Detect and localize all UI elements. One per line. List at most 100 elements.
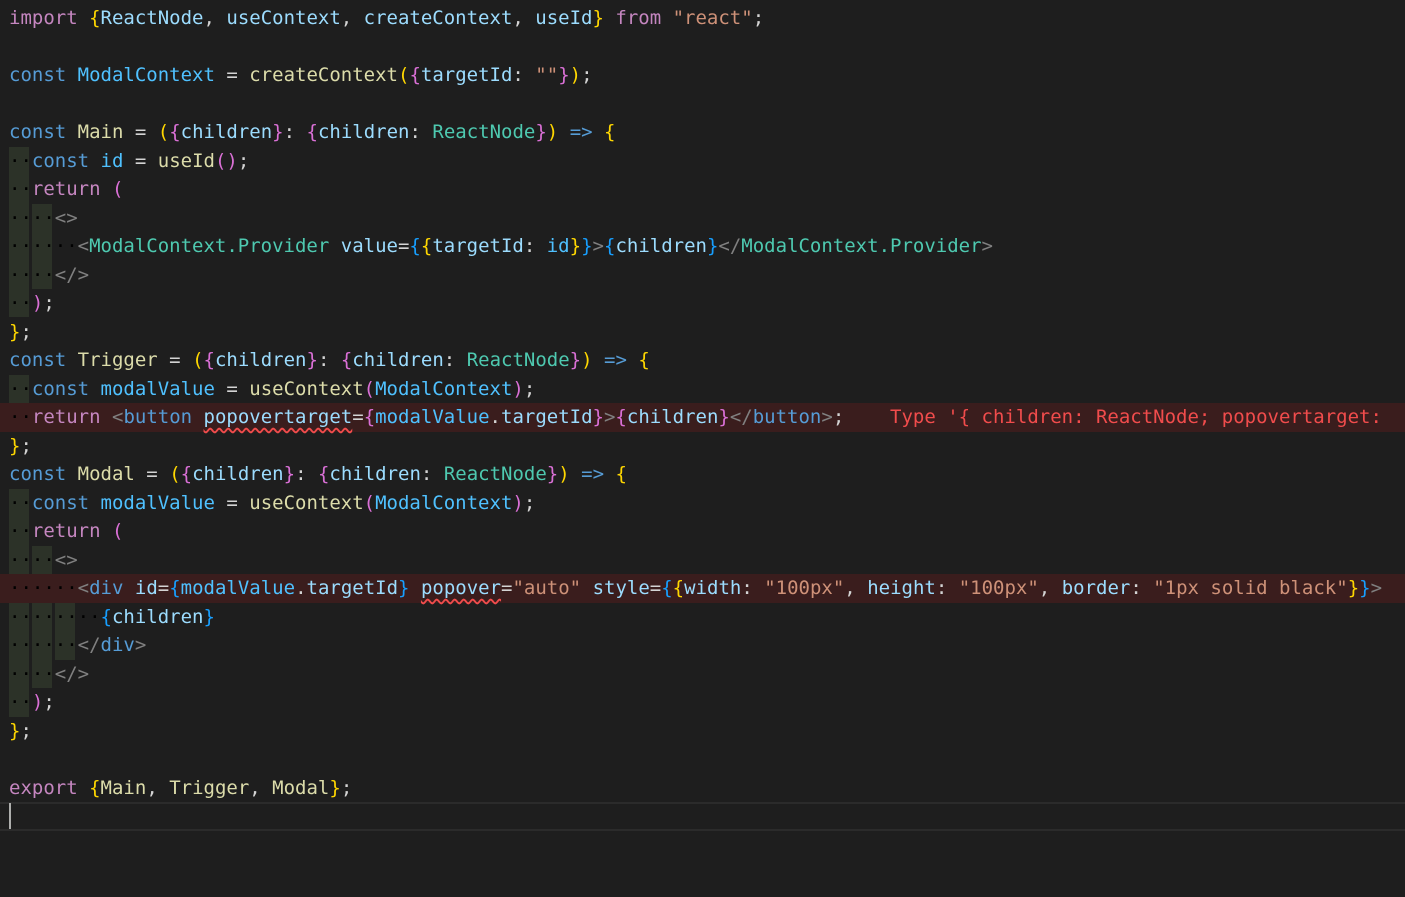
code-token: { [363,406,376,429]
code-token: width [684,577,742,600]
code-line[interactable]: ·· const modalValue = useContext(ModalCon… [0,375,1405,404]
code-token: targetId [501,406,593,429]
code-token: } [569,349,582,372]
code-line[interactable]: ···· </> [0,261,1405,290]
code-token: ) [31,292,44,315]
code-line[interactable]: ·· const id = useId(); [0,147,1405,176]
code-token: > [1370,577,1383,600]
code-token: ; [581,64,593,87]
code-token: } [398,577,410,600]
code-token: id [100,149,124,172]
code-token: return [31,520,101,543]
code-token: => [604,349,627,372]
code-token: ) [512,491,524,514]
code-token: ; [340,776,353,799]
text-cursor [9,803,11,830]
code-line[interactable]: ···· <> [0,204,1405,233]
code-line[interactable]: ·· return ( [0,175,1405,204]
code-token: </ [718,235,742,258]
code-token: } [706,235,719,258]
code-token: < [77,235,90,258]
code-line[interactable]: ········{children} [0,603,1405,632]
code-token: ) [581,349,593,372]
code-token: ·· [9,691,32,714]
code-line[interactable]: ······ < div id ={modalValue. targetId} popo… [0,574,1405,603]
code-token: div [100,634,135,657]
code-token: button [123,406,193,429]
code-line[interactable]: ···· </> [0,660,1405,689]
code-token: { [169,577,181,600]
code-token: < [111,406,124,429]
code-token: import [9,7,78,30]
code-token: = [214,377,250,400]
code-token: ·· [9,178,32,201]
code-token: : [317,349,341,372]
code-line[interactable]: export {Main, Trigger, Modal}; [0,774,1405,803]
code-token: value [340,235,398,258]
code-token: { [169,121,181,144]
code-token: ModalContext [375,377,513,400]
code-line[interactable]: }; [0,432,1405,461]
code-line[interactable] [0,90,1405,119]
code-token: { [317,463,330,486]
code-token: => [581,463,605,486]
code-token: ModalContext.Provider [741,235,982,258]
code-token: ( [111,520,124,543]
code-line[interactable]: const ModalContext = createContext({targ… [0,61,1405,90]
code-token: <> [54,548,78,571]
code-token: = [501,577,513,600]
code-token: "react" [672,7,753,30]
code-token: : [420,463,444,486]
code-token: } [306,349,318,372]
code-line[interactable] [0,745,1405,774]
code-token: } [283,463,296,486]
code-token: useContext [249,377,364,400]
code-token: targetId [432,235,524,258]
code-line[interactable]: ···· <> [0,546,1405,575]
code-line[interactable] [0,33,1405,62]
code-token: , [146,776,170,799]
code-token: } [592,406,604,429]
code-line[interactable]: }; [0,318,1405,347]
code-token: ( [363,491,376,514]
code-token: ; [237,149,250,172]
code-token: children [192,463,284,486]
code-line[interactable]: ··); [0,289,1405,318]
code-token: } [558,64,570,87]
code-token: useId [535,7,593,30]
code-token: id [134,577,158,600]
code-line[interactable]: ·· return ( [0,517,1405,546]
code-line[interactable]: ·· return < button popovertarget ={modalVal… [0,403,1405,432]
code-token: Modal [272,776,330,799]
code-line[interactable]: ······ < ModalContext.Provider value ={{tar… [0,232,1405,261]
code-token: , [512,7,536,30]
code-line[interactable]: ······ </div > [0,631,1405,660]
code-token: Trigger [169,776,250,799]
code-token: { [420,235,433,258]
inline-error-message: Type '{ children: ReactNode; popovertarg… [890,406,1382,429]
code-token: { [180,463,193,486]
code-token: : [523,235,547,258]
code-line[interactable]: ··); [0,688,1405,717]
code-line[interactable]: import {ReactNode, useContext, createCon… [0,4,1405,33]
code-line[interactable]: }; [0,717,1405,746]
code-line[interactable]: ·· const modalValue = useContext(ModalCon… [0,489,1405,518]
code-token: ( [111,178,124,201]
code-line[interactable]: const Main = ({children}: {children: Rea… [0,118,1405,147]
code-token: { [89,7,101,30]
code-line[interactable] [0,802,1405,831]
code-line[interactable]: const Trigger = ({children}: {children: … [0,346,1405,375]
code-token: popovertarget [203,406,353,429]
code-editor[interactable]: import {ReactNode, useContext, createCon… [0,0,1405,897]
code-line[interactable]: const Modal = ({children}: {children: Re… [0,460,1405,489]
